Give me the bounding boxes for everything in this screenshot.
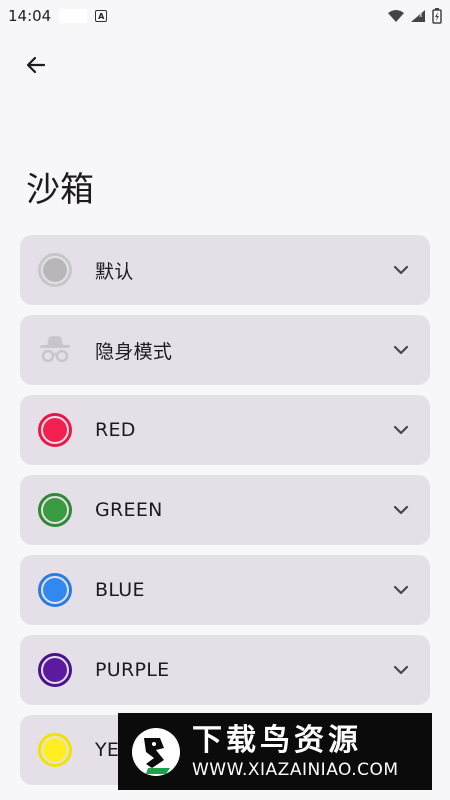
sandbox-item-label: 隐身模式 [95, 340, 173, 363]
arrow-left-icon [26, 56, 46, 74]
sandbox-list: 默认 隐身模式 RED GREEN BLUE PURPLE YE [20, 235, 430, 795]
incognito-icon [38, 333, 72, 367]
color-ring [38, 733, 72, 767]
watermark-text: 下载鸟资源 WWW.XIAZAINIAO.COM [192, 723, 399, 781]
color-ring [38, 493, 72, 527]
color-dot [43, 658, 67, 682]
status-right: x [388, 8, 442, 24]
sandbox-item-red[interactable]: RED [20, 395, 430, 465]
color-ring [38, 253, 72, 287]
sandbox-item-label: RED [95, 419, 136, 441]
color-ring [38, 653, 72, 687]
status-left: 14:04 A [8, 7, 108, 25]
svg-text:x: x [419, 12, 423, 19]
status-bar: 14:04 A x [0, 0, 450, 32]
signal-icon: x [411, 10, 425, 22]
app-bar [0, 32, 450, 98]
status-blank [59, 9, 88, 23]
watermark-url: WWW.XIAZAINIAO.COM [192, 759, 399, 780]
watermark-title: 下载鸟资源 [192, 722, 362, 758]
color-ring [38, 573, 72, 607]
sandbox-item-green[interactable]: GREEN [20, 475, 430, 545]
bird-logo-icon [128, 724, 184, 780]
color-dot [43, 498, 67, 522]
color-ring [38, 413, 72, 447]
sandbox-item-incognito[interactable]: 隐身模式 [20, 315, 430, 385]
circle-icon [38, 573, 72, 607]
status-time: 14:04 [8, 7, 52, 25]
sandbox-item-label: GREEN [95, 499, 163, 521]
circle-icon [38, 253, 72, 287]
back-button[interactable] [22, 51, 50, 79]
wifi-icon [388, 10, 404, 22]
notification-a-icon: A [95, 10, 108, 22]
chevron-down-icon[interactable] [390, 419, 412, 441]
chevron-down-icon[interactable] [390, 259, 412, 281]
page-title: 沙箱 [26, 170, 94, 210]
chevron-down-icon[interactable] [390, 499, 412, 521]
circle-icon [38, 733, 72, 767]
color-dot [43, 258, 67, 282]
sandbox-item-purple[interactable]: PURPLE [20, 635, 430, 705]
circle-icon [38, 413, 72, 447]
chevron-down-icon[interactable] [390, 659, 412, 681]
chevron-down-icon[interactable] [390, 339, 412, 361]
color-dot [43, 578, 67, 602]
circle-icon [38, 493, 72, 527]
sandbox-item-label: 默认 [95, 260, 134, 283]
chevron-down-icon[interactable] [390, 579, 412, 601]
color-dot [43, 738, 67, 762]
circle-icon [38, 653, 72, 687]
sandbox-item-blue[interactable]: BLUE [20, 555, 430, 625]
battery-icon [432, 8, 442, 24]
sandbox-item-label: PURPLE [95, 659, 170, 681]
watermark-banner: 下载鸟资源 WWW.XIAZAINIAO.COM [118, 713, 432, 790]
color-dot [43, 418, 67, 442]
sandbox-item-label: BLUE [95, 579, 145, 601]
sandbox-item-default[interactable]: 默认 [20, 235, 430, 305]
